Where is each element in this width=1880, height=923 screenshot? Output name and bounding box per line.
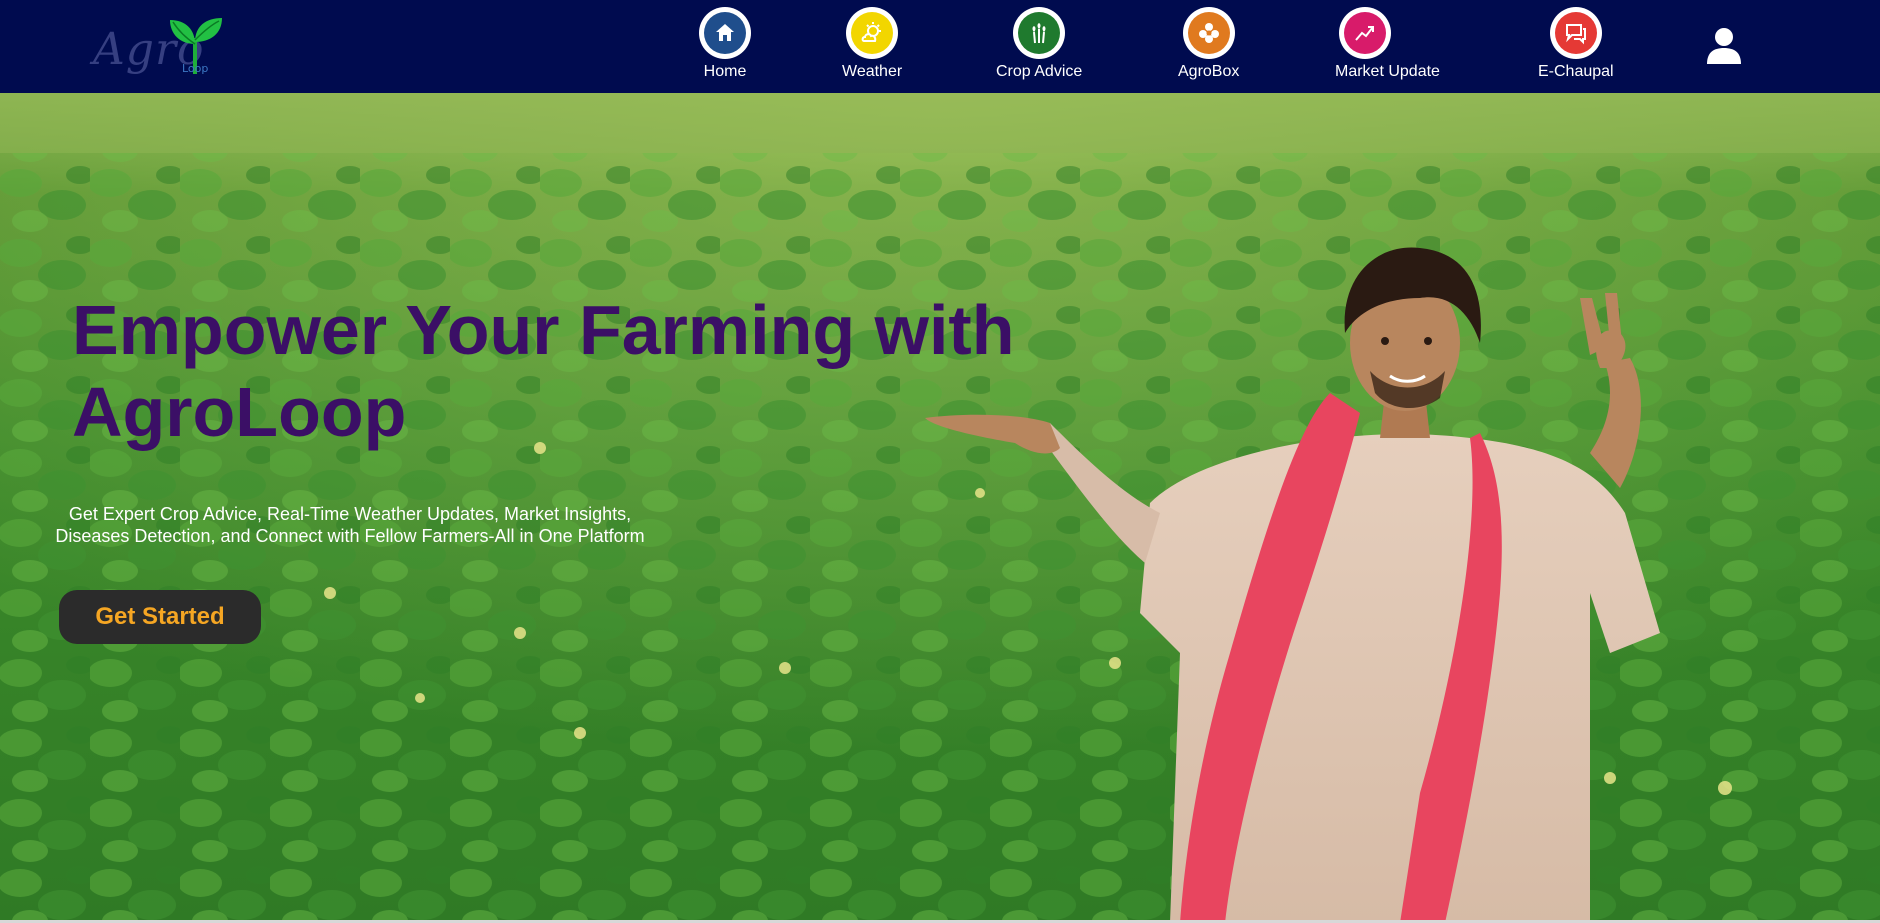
nav-market-update-label: Market Update [1335, 63, 1440, 80]
logo-subtext: Loop [182, 62, 209, 75]
hero-title-line-1: Empower Your Farming with [72, 291, 1015, 369]
nav-agrobox-label: AgroBox [1178, 63, 1240, 80]
nav-market-update-circle [1339, 7, 1391, 59]
nav-crop-advice-label: Crop Advice [996, 63, 1083, 80]
navbar: Agro Loop Home Weather Crop Advice AgroB… [0, 0, 1880, 93]
nav-weather[interactable]: Weather [842, 7, 902, 81]
agroloop-logo[interactable]: Agro Loop [88, 14, 238, 80]
nav-e-chaupal-label: E-Chaupal [1538, 63, 1614, 80]
chat-icon [1554, 12, 1597, 54]
nav-e-chaupal[interactable]: E-Chaupal [1538, 7, 1614, 81]
nav-weather-circle [846, 7, 899, 59]
hero-subtitle: Get Expert Crop Advice, Real-Time Weathe… [55, 504, 645, 546]
user-profile-icon[interactable] [1704, 26, 1744, 71]
hero-section: Empower Your Farming with AgroLoop Get E… [0, 93, 1880, 923]
nav-crop-advice-circle [1013, 7, 1066, 59]
nav-home-label: Home [703, 63, 747, 80]
nav-market-update[interactable]: Market Update [1335, 7, 1440, 81]
weather-icon [851, 12, 894, 54]
hero-title: Empower Your Farming with AgroLoop [72, 289, 1072, 453]
nav-home-circle [699, 7, 751, 59]
nav-e-chaupal-circle [1549, 7, 1602, 59]
nav-agrobox[interactable]: AgroBox [1178, 7, 1239, 81]
nav-home[interactable]: Home [699, 7, 751, 81]
market-chart-icon [1344, 12, 1386, 54]
hero-title-line-2: AgroLoop [72, 373, 407, 451]
agrobox-icon [1187, 12, 1230, 54]
nav-crop-advice[interactable]: Crop Advice [996, 7, 1082, 81]
crop-icon [1018, 12, 1061, 54]
nav-agrobox-circle [1182, 7, 1235, 59]
home-icon [704, 12, 746, 54]
nav-weather-label: Weather [842, 63, 903, 80]
get-started-button[interactable]: Get Started [59, 590, 261, 644]
